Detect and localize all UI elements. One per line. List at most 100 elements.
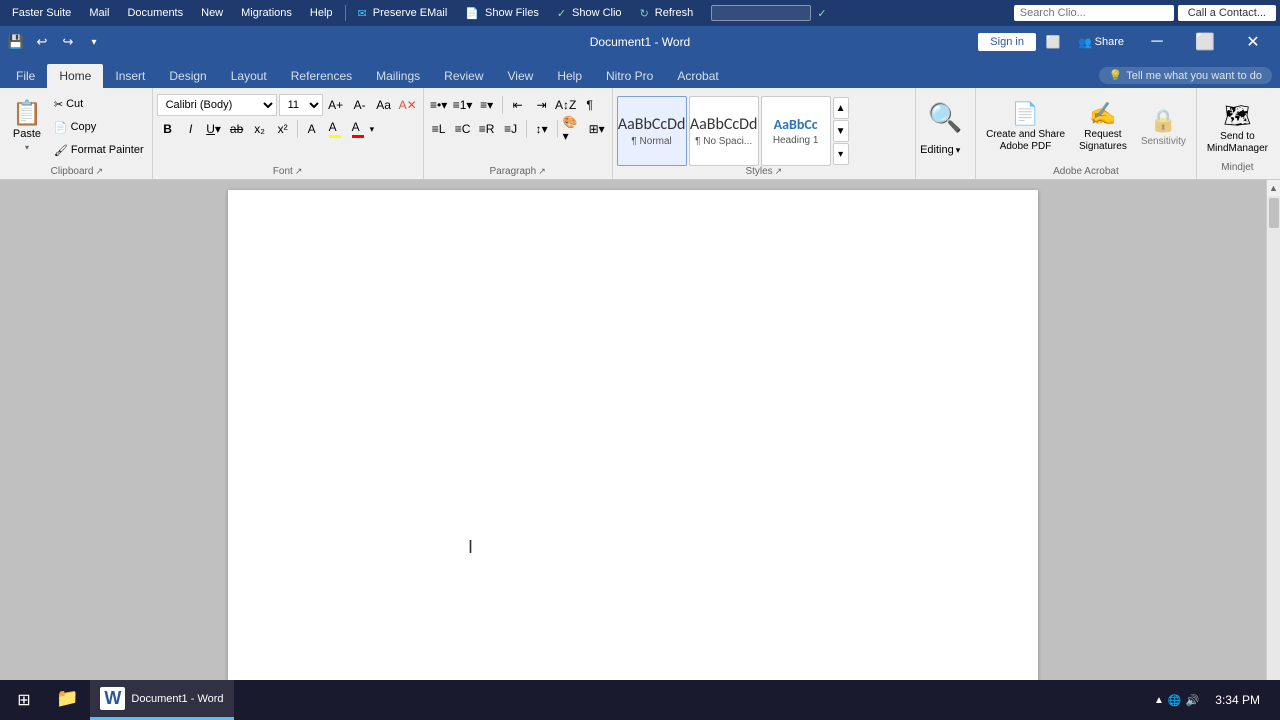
decrease-indent-btn[interactable]: ⇤ [507,94,529,116]
font-size-select[interactable]: 11 [279,94,323,116]
refresh-input[interactable] [711,5,811,21]
font-name-select[interactable]: Calibri (Body) [157,94,277,116]
styles-expand-icon[interactable]: ↗ [775,166,783,177]
font-expand-icon[interactable]: ↗ [295,166,303,177]
tab-layout[interactable]: Layout [219,64,279,88]
undo-qat-btn[interactable]: ↩ [30,30,54,54]
clio-search-input[interactable] [1014,5,1174,21]
align-right-btn[interactable]: ≡R [476,118,498,140]
document-page[interactable]: I [228,190,1038,686]
show-desktop-btn[interactable] [1270,680,1276,720]
multilevel-btn[interactable]: ≡▾ [476,94,498,116]
styles-scroll-up[interactable]: ▲ [833,97,849,119]
send-to-mindmanager-btn[interactable]: 🗺 Send toMindManager [1201,96,1274,162]
bold-btn[interactable]: B [157,118,179,140]
align-left-btn[interactable]: ≡L [428,118,450,140]
volume-icon[interactable]: 🔊 [1186,694,1200,707]
style-normal[interactable]: AaBbCcDd ¶ Normal [617,96,687,166]
preserve-email-btn[interactable]: ✉ Preserve EMail [350,5,456,22]
clipboard-expand-icon[interactable]: ↗ [95,166,103,177]
text-effect-btn[interactable]: A [301,118,323,140]
copy-btn[interactable]: 📄 Copy [50,116,148,138]
italic-btn[interactable]: I [180,118,202,140]
paragraph-expand-icon[interactable]: ↗ [538,166,546,177]
request-signatures-btn[interactable]: ✍ RequestSignatures [1073,92,1133,162]
sensitivity-btn[interactable]: 🔒 Sensitivity [1135,92,1192,162]
mail-btn[interactable]: Mail [81,5,117,21]
start-button[interactable]: ⊞ [4,680,44,720]
clock[interactable]: 3:34 PM [1209,693,1266,707]
scroll-track[interactable] [1267,196,1280,680]
styles-scroll-down[interactable]: ▼ [833,120,849,142]
font-group: Calibri (Body) 11 A+ A- Aa A✕ B I U▾ ab … [153,88,424,179]
editing-btn[interactable]: 🔍 [920,92,970,142]
redo-qat-btn[interactable]: ↪ [56,30,80,54]
new-btn[interactable]: New [193,5,231,21]
editing-dropdown-icon[interactable]: ▾ [956,145,961,156]
shading-btn[interactable]: 🎨▾ [562,118,584,140]
clear-formatting-btn[interactable]: A✕ [397,94,419,116]
save-qat-btn[interactable]: 💾 [4,30,28,54]
font-color-dropdown[interactable]: ▾ [370,124,375,135]
borders-btn[interactable]: ⊞▾ [586,118,608,140]
close-btn[interactable]: ✕ [1230,26,1276,58]
documents-btn[interactable]: Documents [119,5,191,21]
style-heading1[interactable]: AaBbCc Heading 1 [761,96,831,166]
share-button[interactable]: 👥 Share [1070,33,1132,52]
underline-btn[interactable]: U▾ [203,118,225,140]
tab-references[interactable]: References [279,64,364,88]
numbering-btn[interactable]: ≡1▾ [452,94,474,116]
tab-insert[interactable]: Insert [103,64,157,88]
sort-btn[interactable]: A↕Z [555,94,577,116]
change-case-btn[interactable]: Aa [373,94,395,116]
justify-btn[interactable]: ≡J [500,118,522,140]
cut-btn[interactable]: ✂ Cut [50,93,148,115]
styles-expand[interactable]: ▾ [833,143,849,165]
decrease-font-btn[interactable]: A- [349,94,371,116]
scroll-thumb[interactable] [1269,198,1279,228]
signin-button[interactable]: Sign in [978,33,1036,51]
tab-home[interactable]: Home [47,64,103,88]
tab-mailings[interactable]: Mailings [364,64,432,88]
migrations-btn[interactable]: Migrations [233,5,300,21]
align-center-btn[interactable]: ≡C [452,118,474,140]
refresh-btn[interactable]: ↻ Refresh [632,5,702,22]
ribbon-display-btn[interactable]: ⬜ [1038,31,1068,53]
scroll-up-btn[interactable]: ▲ [1267,180,1280,196]
format-painter-btn[interactable]: 🖌 Format Painter [50,139,148,161]
tell-me-input[interactable]: 💡 Tell me what you want to do [1099,67,1272,84]
help-btn[interactable]: Help [302,5,341,21]
tab-view[interactable]: View [496,64,546,88]
tab-nitro-pro[interactable]: Nitro Pro [594,64,665,88]
bullets-btn[interactable]: ≡•▾ [428,94,450,116]
tab-file[interactable]: File [4,64,47,88]
tab-design[interactable]: Design [157,64,218,88]
faster-suite-btn[interactable]: Faster Suite [4,5,79,21]
tab-review[interactable]: Review [432,64,495,88]
show-formatting-btn[interactable]: ¶ [579,94,601,116]
systray-up-icon[interactable]: ▲ [1154,695,1164,706]
maximize-btn[interactable]: ⬜ [1182,26,1228,58]
customize-qat-btn[interactable]: ▾ [82,30,106,54]
tab-help[interactable]: Help [545,64,594,88]
subscript-btn[interactable]: x₂ [249,118,271,140]
increase-font-btn[interactable]: A+ [325,94,347,116]
document-area[interactable]: I [0,180,1266,696]
taskbar-word[interactable]: W Document1 - Word [90,680,233,720]
strikethrough-btn[interactable]: ab [226,118,248,140]
line-spacing-btn[interactable]: ↕▾ [531,118,553,140]
tab-acrobat[interactable]: Acrobat [665,64,730,88]
paste-btn[interactable]: 📋 Paste ▾ [6,92,48,162]
increase-indent-btn[interactable]: ⇥ [531,94,553,116]
superscript-btn[interactable]: x² [272,118,294,140]
style-no-spacing[interactable]: AaBbCcDd ¶ No Spaci... [689,96,759,166]
contact-search-btn[interactable]: Call a Contact... [1178,5,1276,21]
show-clio-btn[interactable]: ✓ Show Clio [549,5,630,22]
font-color-btn[interactable]: A [347,118,369,140]
minimize-btn[interactable]: ─ [1134,26,1180,58]
taskbar-explorer[interactable]: 📁 [46,680,88,720]
show-files-btn[interactable]: 📄 Show Files [457,5,547,22]
network-icon[interactable]: 🌐 [1168,694,1182,707]
create-pdf-btn[interactable]: 📄 Create and ShareAdobe PDF [980,92,1071,162]
highlight-btn[interactable]: A [324,118,346,140]
